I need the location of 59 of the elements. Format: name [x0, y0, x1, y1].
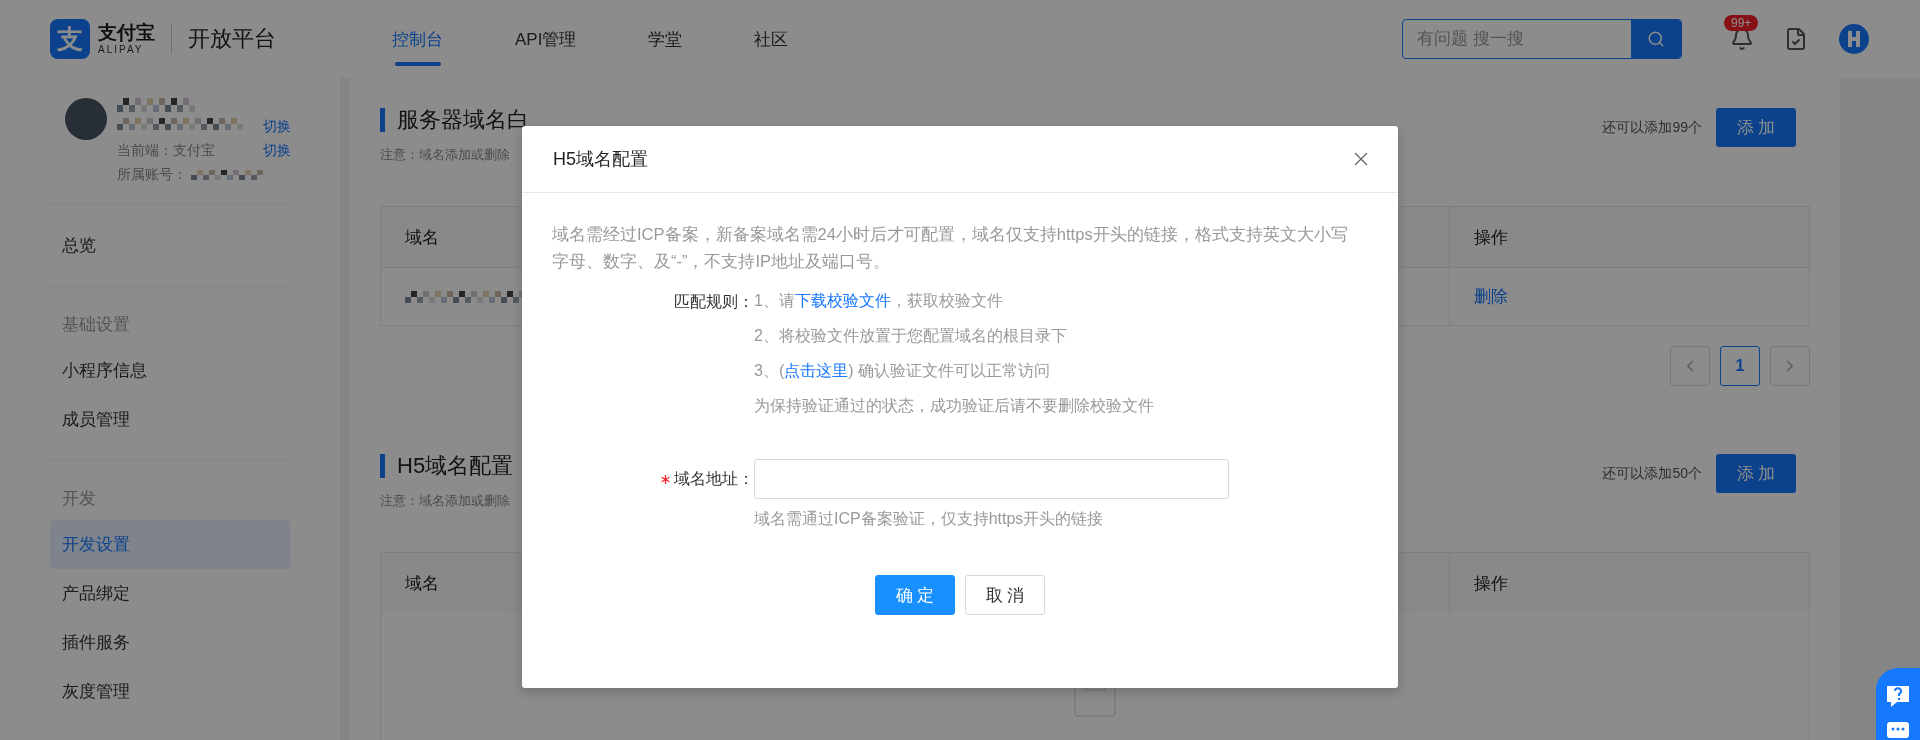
- sidebar-item[interactable]: 成员管理: [50, 395, 290, 444]
- column-header: 操作: [1474, 226, 1508, 249]
- add-button[interactable]: 添 加: [1716, 454, 1796, 493]
- rules-label: 匹配规则：: [673, 292, 754, 312]
- rule-text: 2、将校验文件放置于您配置域名的根目录下: [754, 326, 1068, 346]
- add-button[interactable]: 添 加: [1716, 108, 1796, 147]
- domain-input[interactable]: [754, 459, 1229, 499]
- nav-tab[interactable]: 社区: [718, 0, 825, 78]
- page-button[interactable]: 1: [1720, 346, 1760, 386]
- section-note: 注意：域名添加或删除: [380, 492, 511, 510]
- nav-tab[interactable]: 控制台: [356, 0, 479, 78]
- field-label: 域名地址：: [674, 468, 754, 489]
- section-note: 注意：域名添加或删除: [380, 146, 511, 164]
- sidebar-item[interactable]: 插件服务: [50, 618, 290, 667]
- nav-tab[interactable]: API管理: [479, 0, 613, 78]
- logo-subtext: ALIPAY: [98, 45, 145, 55]
- intro-text: 域名需经过ICP备案，新备案域名需24小时后才可配置，域名仅支持https开头的链接，格式支持英文大小写字母、数字、及“-”，不支持IP地址及端口号。: [552, 224, 1349, 272]
- search-button[interactable]: [1631, 20, 1681, 58]
- client-label: 当前端：支付宝: [117, 142, 216, 160]
- document-check-icon[interactable]: [1784, 27, 1808, 51]
- account-label: 所属账号：: [117, 166, 187, 184]
- rule-text: 3、(点击这里) 确认验证文件可以正常访问: [754, 361, 1051, 381]
- dialog-title: H5域名配置: [553, 148, 648, 171]
- column-header: 域名: [405, 572, 439, 595]
- logo-mark: 支: [50, 19, 90, 59]
- sidebar-item[interactable]: 开发设置: [50, 520, 290, 569]
- sidebar-item[interactable]: 灰度管理: [50, 667, 290, 716]
- switch-link[interactable]: 切换: [263, 142, 291, 160]
- search-icon[interactable]: [1647, 30, 1665, 48]
- sidebar-item[interactable]: 产品绑定: [50, 569, 290, 618]
- menu-group-heading: 开发: [61, 488, 97, 510]
- cancel-button[interactable]: 取 消: [965, 575, 1045, 615]
- field-hint: 域名需通过ICP备案验证，仅支持https开头的链接: [754, 509, 1105, 529]
- brand-icon[interactable]: [1838, 23, 1870, 55]
- chat-icon[interactable]: [1885, 720, 1911, 738]
- rule-text: 1、请下载校验文件，获取校验文件: [754, 291, 1004, 311]
- section-title: H5域名配置: [380, 454, 514, 478]
- avatar: [65, 98, 107, 140]
- switch-link[interactable]: 切换: [263, 118, 291, 136]
- column-header: 操作: [1474, 572, 1508, 595]
- delete-link[interactable]: 删除: [1474, 285, 1508, 308]
- sidebar-item[interactable]: 小程序信息: [50, 346, 290, 395]
- platform-title: 开放平台: [188, 25, 276, 53]
- rule-link[interactable]: 点击这里: [784, 362, 849, 379]
- nav-tab[interactable]: 学堂: [612, 0, 719, 78]
- column-header: 域名: [405, 226, 439, 249]
- menu-group-heading: 基础设置: [61, 314, 131, 336]
- confirm-button[interactable]: 确 定: [875, 575, 955, 615]
- remaining-count: 还可以添加99个: [1602, 118, 1702, 137]
- rule-text: 为保持验证通过的状态，成功验证后请不要删除校验文件: [754, 396, 1155, 416]
- search-field[interactable]: 有问题 搜一搜: [1402, 19, 1682, 59]
- help-icon[interactable]: [1885, 684, 1911, 708]
- help-widget[interactable]: [1876, 668, 1920, 740]
- rule-link[interactable]: 下载校验文件: [794, 292, 891, 309]
- logo-text: 支付宝: [98, 23, 155, 42]
- notification-badge: 99+: [1724, 15, 1759, 31]
- redacted-account: [191, 170, 263, 180]
- remaining-count: 还可以添加50个: [1602, 464, 1702, 483]
- sidebar-item[interactable]: 总览: [50, 221, 290, 270]
